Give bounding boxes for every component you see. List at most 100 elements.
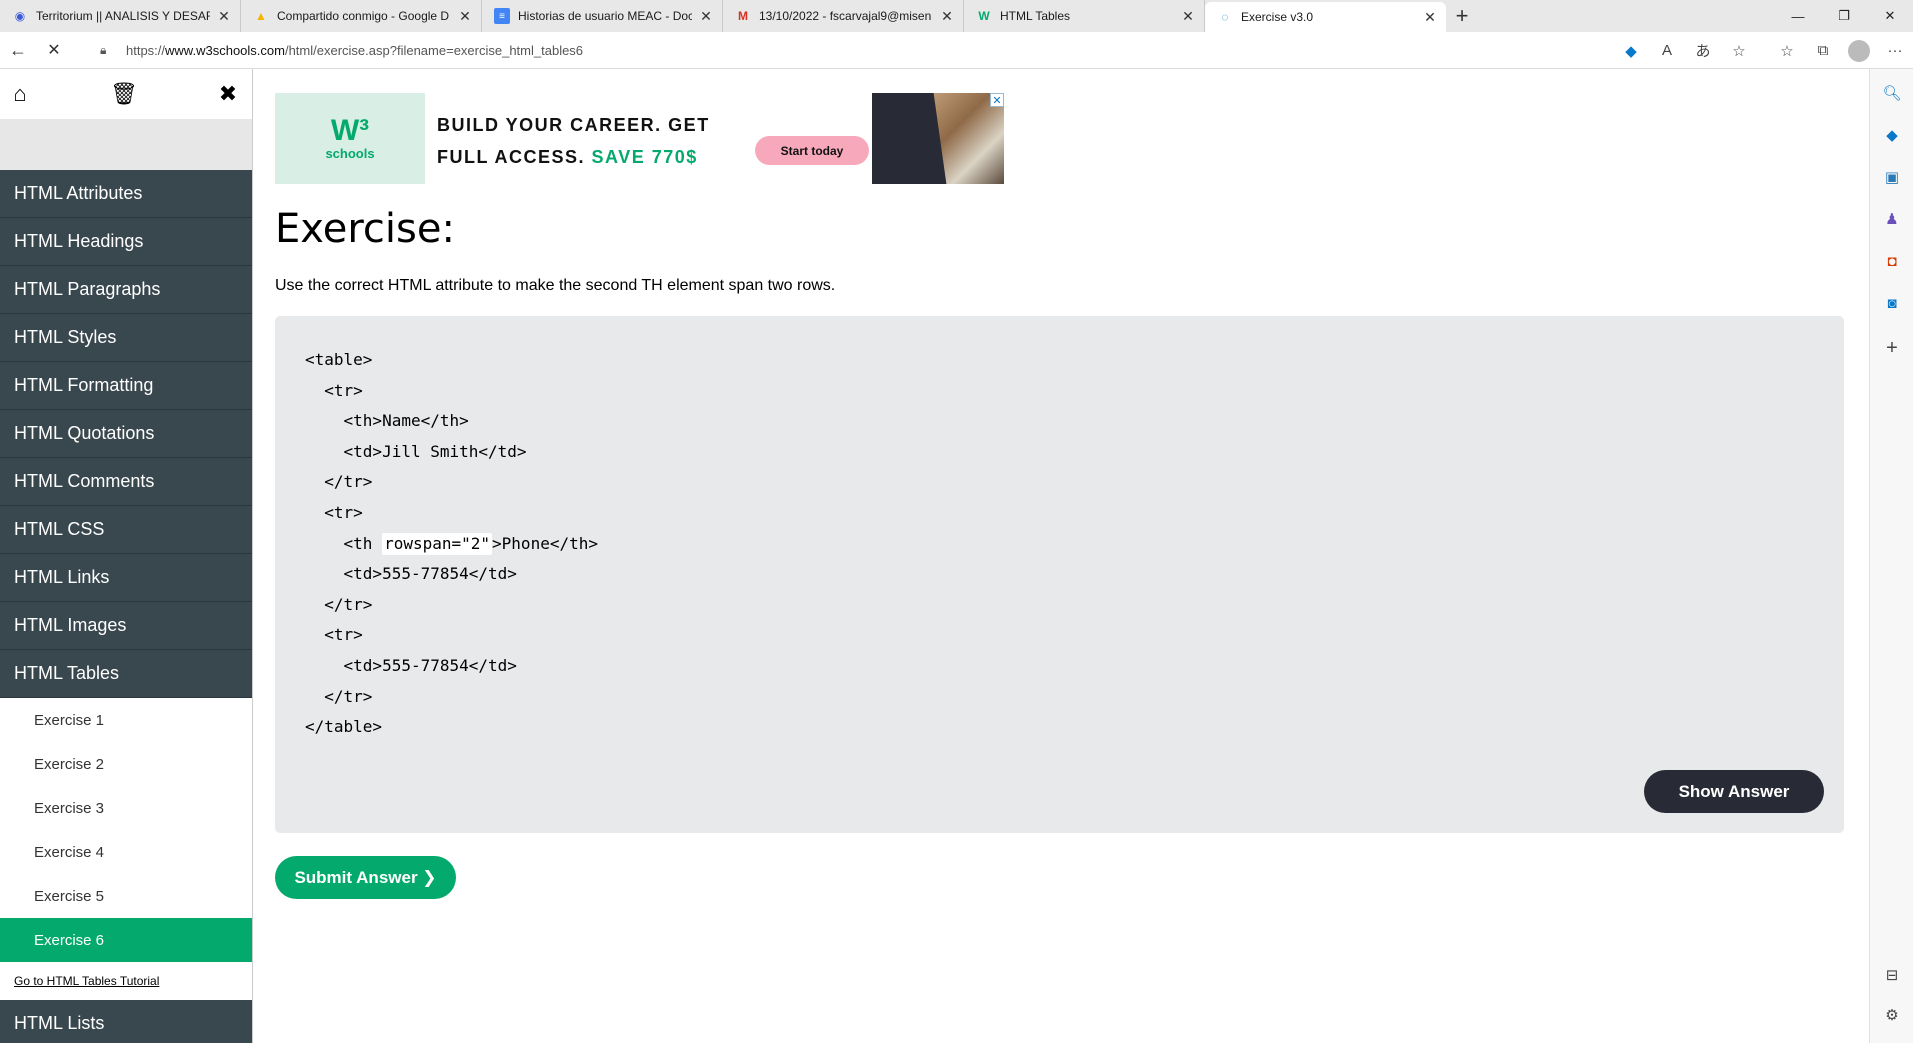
- close-tab-icon[interactable]: ✕: [457, 8, 473, 25]
- sidebar-item-lists[interactable]: HTML Lists: [0, 1000, 252, 1043]
- sidebar-item-links[interactable]: HTML Links: [0, 554, 252, 602]
- home-icon[interactable]: ⌂: [6, 80, 34, 108]
- sidebar-toolbar: ⌂ 🗑︎ ✖: [0, 69, 252, 119]
- tab-gmail[interactable]: M 13/10/2022 - fscarvajal9@misen ✕: [723, 0, 964, 32]
- close-tab-icon[interactable]: ✕: [1180, 8, 1196, 25]
- tab-google-docs[interactable]: ≡ Historias de usuario MEAC - Doc ✕: [482, 0, 723, 32]
- trash-icon[interactable]: 🗑︎: [110, 80, 138, 108]
- window-controls: — ❐ ✕: [1775, 0, 1913, 32]
- code-fragment: <th: [305, 533, 383, 553]
- code-line: </table>: [305, 717, 383, 737]
- minimize-icon[interactable]: —: [1775, 0, 1821, 32]
- tab-html-tables[interactable]: W HTML Tables ✕: [964, 0, 1205, 32]
- settings-gear-icon[interactable]: ⚙: [1880, 1003, 1904, 1027]
- answer-input[interactable]: rowspan="2": [382, 532, 493, 555]
- sidebar-item-headings[interactable]: HTML Headings: [0, 218, 252, 266]
- code-line: <tr>: [305, 502, 363, 522]
- address-bar-row: ← ✕ 🔒︎ https://www.w3schools.com/html/ex…: [0, 32, 1913, 69]
- exercise-link-2[interactable]: Exercise 2: [0, 742, 252, 786]
- goto-tutorial-link[interactable]: Go to HTML Tables Tutorial: [0, 962, 252, 1000]
- ad-close-icon[interactable]: ✕: [990, 93, 1004, 107]
- tab-title: Historias de usuario MEAC - Doc: [518, 9, 692, 23]
- code-fragment: >Phone</th>: [492, 533, 598, 553]
- sidebar-item-css[interactable]: HTML CSS: [0, 506, 252, 554]
- ad-photo: [872, 93, 1004, 184]
- ad-headline: BUILD YOUR CAREER. GET FULL ACCESS. SAVE…: [437, 109, 710, 173]
- sidebar-item-quotations[interactable]: HTML Quotations: [0, 410, 252, 458]
- tab-title: Compartido conmigo - Google D: [277, 9, 450, 23]
- tools-icon[interactable]: ▣: [1880, 165, 1904, 189]
- outlook-icon[interactable]: ◙: [1880, 291, 1904, 315]
- code-line: <tr>: [305, 625, 363, 645]
- tag-icon[interactable]: ◆: [1613, 33, 1649, 69]
- new-tab-icon[interactable]: +: [1446, 0, 1478, 32]
- more-options-icon[interactable]: ···: [1877, 33, 1913, 69]
- hide-sidebar-icon[interactable]: ⊟: [1880, 963, 1904, 987]
- tab-territorium[interactable]: ◉ Territorium || ANALISIS Y DESARR ✕: [0, 0, 241, 32]
- ad-line-2: FULL ACCESS. SAVE 770$: [437, 141, 710, 173]
- google-docs-icon: ≡: [494, 8, 510, 24]
- page-title: Exercise:: [275, 206, 455, 252]
- close-tab-icon[interactable]: ✕: [1422, 9, 1438, 26]
- logo-text: schools: [325, 146, 375, 161]
- code-line: <td>555-77854</td>: [305, 564, 517, 584]
- exercise-description: Use the correct HTML attribute to make t…: [275, 277, 836, 294]
- advertisement-banner[interactable]: W³ schools BUILD YOUR CAREER. GET FULL A…: [275, 93, 1004, 184]
- tab-title: Territorium || ANALISIS Y DESARR: [36, 9, 210, 23]
- url-field[interactable]: 🔒︎ https://www.w3schools.com/html/exerci…: [100, 36, 1580, 64]
- ad-start-today-button[interactable]: Start today: [755, 136, 869, 165]
- sidebar-item-tables[interactable]: HTML Tables: [0, 650, 252, 698]
- w3schools-icon: W: [978, 9, 990, 23]
- tab-title: Exercise v3.0: [1241, 10, 1314, 24]
- lock-icon: 🔒︎: [100, 42, 107, 57]
- exercise-link-6-active[interactable]: Exercise 6: [0, 918, 252, 962]
- exercise-link-4[interactable]: Exercise 4: [0, 830, 252, 874]
- submit-answer-button[interactable]: Submit Answer ❯: [275, 856, 456, 899]
- sidebar-item-images[interactable]: HTML Images: [0, 602, 252, 650]
- profile-avatar-icon[interactable]: [1841, 33, 1877, 69]
- collections-icon[interactable]: ⧉: [1805, 33, 1841, 69]
- sidebar-item-styles[interactable]: HTML Styles: [0, 314, 252, 362]
- tab-exercise-active[interactable]: ◌ Exercise v3.0 ✕: [1205, 2, 1446, 32]
- favorites-icon[interactable]: ☆: [1769, 33, 1805, 69]
- exercise-link-5[interactable]: Exercise 5: [0, 874, 252, 918]
- code-exercise-box: <table> <tr> <th>Name</th> <td>Jill Smit…: [275, 316, 1844, 833]
- translate-icon[interactable]: あ: [1685, 33, 1721, 69]
- close-icon[interactable]: ✖: [214, 80, 242, 108]
- sidebar-item-comments[interactable]: HTML Comments: [0, 458, 252, 506]
- back-arrow-icon[interactable]: ←: [0, 32, 36, 68]
- code-line: </tr>: [305, 686, 373, 706]
- eye-icon: ◉: [14, 9, 26, 23]
- read-aloud-icon[interactable]: A: [1649, 33, 1685, 69]
- code-line: <tr>: [305, 380, 363, 400]
- sidebar-item-attributes[interactable]: HTML Attributes: [0, 170, 252, 218]
- code-line: <table>: [305, 350, 373, 369]
- exercise-link-1[interactable]: Exercise 1: [0, 698, 252, 742]
- url-path: /html/exercise.asp?filename=exercise_htm…: [284, 42, 584, 58]
- code-block: <table> <tr> <th>Name</th> <td>Jill Smit…: [305, 345, 598, 743]
- tab-title: 13/10/2022 - fscarvajal9@misen: [759, 9, 932, 23]
- sidebar-item-formatting[interactable]: HTML Formatting: [0, 362, 252, 410]
- restore-icon[interactable]: ❐: [1821, 0, 1867, 32]
- close-window-icon[interactable]: ✕: [1867, 0, 1913, 32]
- close-tab-icon[interactable]: ✕: [698, 8, 714, 25]
- close-tab-icon[interactable]: ✕: [939, 8, 955, 25]
- close-tab-icon[interactable]: ✕: [216, 8, 232, 25]
- search-icon[interactable]: 🔍︎: [1880, 81, 1904, 105]
- shopping-tag-icon[interactable]: ◆: [1880, 123, 1904, 147]
- code-line: <th>Name</th>: [305, 411, 469, 431]
- tab-google-drive[interactable]: ▲ Compartido conmigo - Google D ✕: [241, 0, 482, 32]
- office-icon[interactable]: ◘: [1880, 249, 1904, 273]
- browser-toolbar: ◆ A あ ☆ ☆ ⧉ ···: [1613, 32, 1913, 69]
- stop-loading-icon[interactable]: ✕: [36, 32, 72, 68]
- loading-icon: ◌: [1221, 10, 1229, 24]
- add-icon[interactable]: +: [1880, 336, 1904, 360]
- sidebar-item-paragraphs[interactable]: HTML Paragraphs: [0, 266, 252, 314]
- games-icon[interactable]: ♟: [1880, 207, 1904, 231]
- add-favorite-icon[interactable]: ☆: [1721, 33, 1757, 69]
- ad-save-text: SAVE 770$: [591, 147, 698, 167]
- sidebar-spacer: [0, 119, 252, 170]
- exercise-link-3[interactable]: Exercise 3: [0, 786, 252, 830]
- show-answer-button[interactable]: Show Answer: [1644, 770, 1824, 813]
